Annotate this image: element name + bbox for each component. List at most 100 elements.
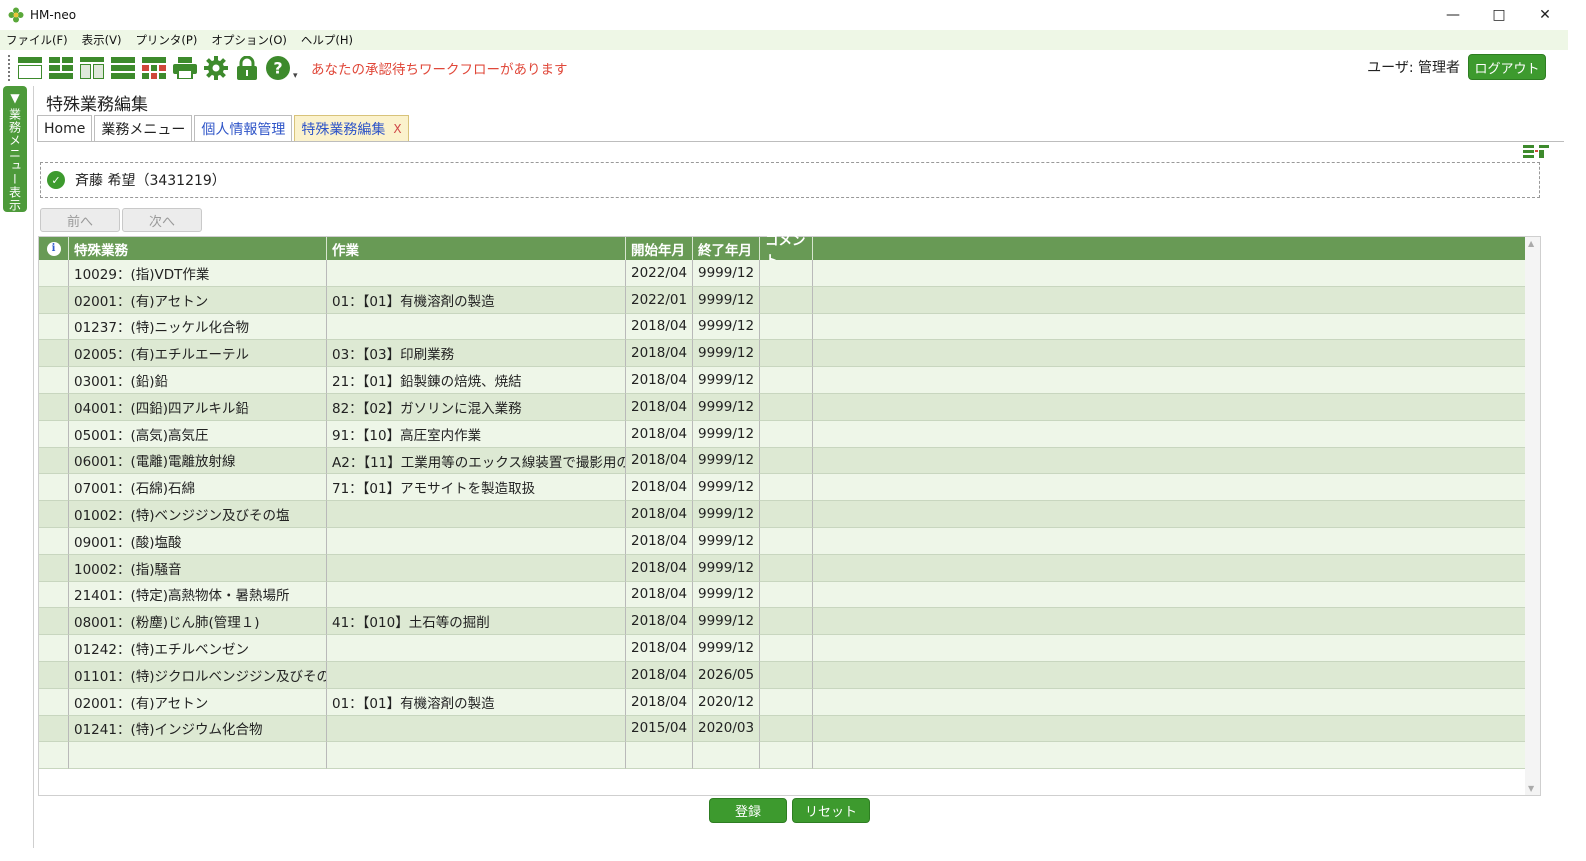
cell-end-month[interactable]: 9999/12 [693, 554, 760, 582]
toolbar-grip[interactable] [8, 55, 12, 81]
cell-start-month[interactable]: 2018/04 [626, 635, 693, 662]
cell-task[interactable] [327, 554, 626, 582]
cell-comment[interactable] [760, 260, 813, 287]
lock-icon[interactable] [234, 55, 260, 81]
cell-end-month[interactable]: 9999/12 [693, 260, 760, 287]
cell-comment[interactable] [760, 554, 813, 582]
row-selector[interactable] [39, 715, 69, 743]
menu-view[interactable]: 表示(V) [82, 32, 122, 48]
layout-5-icon[interactable] [141, 55, 167, 81]
cell-comment[interactable] [760, 393, 813, 421]
workflow-notice[interactable]: あなたの承認待ちワークフローがあります [311, 58, 568, 78]
row-selector[interactable] [39, 286, 69, 314]
printer-icon[interactable] [172, 55, 198, 81]
row-selector[interactable] [39, 367, 69, 394]
layout-4-icon[interactable] [110, 55, 136, 81]
vertical-scrollbar[interactable]: ▲ ▼ [1525, 237, 1540, 795]
cell-task[interactable] [327, 635, 626, 662]
cell-start-month[interactable]: 2022/04 [626, 260, 693, 287]
row-selector[interactable] [39, 447, 69, 475]
minimize-icon[interactable]: — [1430, 0, 1476, 30]
row-selector[interactable] [39, 340, 69, 368]
cell-special-work[interactable]: 01237：(特)ニッケル化合物 [69, 313, 327, 341]
reset-button[interactable]: リセット [792, 798, 870, 823]
cell-end-month[interactable]: 9999/12 [693, 367, 760, 394]
cell-comment[interactable] [760, 420, 813, 448]
table-row[interactable]: 02005：(有)エチルエーテル 03：【03】印刷業務 2018/04 9999/1… [39, 340, 1526, 368]
cell-special-work[interactable]: 01101：(特)ジクロルベンジジン及びその塩 [69, 661, 327, 689]
column-header-start[interactable]: 開始年月 [626, 237, 693, 260]
cell-comment[interactable] [760, 286, 813, 314]
cell-special-work[interactable]: 05001：(高気)高気圧 [69, 420, 327, 448]
cell-end-month[interactable] [693, 742, 760, 770]
cell-end-month[interactable]: 9999/12 [693, 608, 760, 636]
tab-home[interactable]: Home [37, 115, 93, 141]
cell-end-month[interactable]: 2020/03 [693, 715, 760, 743]
person-header[interactable]: ✓ 斉藤 希望（3431219） [40, 162, 1540, 198]
cell-special-work[interactable]: 09001：(酸)塩酸 [69, 527, 327, 555]
cell-comment[interactable] [760, 581, 813, 609]
table-row[interactable]: 09001：(酸)塩酸 2018/04 9999/12 [39, 527, 1526, 555]
table-row[interactable]: 05001：(高気)高気圧 91：【10】高圧室内作業 2018/04 9999/12 [39, 420, 1526, 448]
cell-comment[interactable] [760, 447, 813, 475]
cell-special-work[interactable]: 04001：(四鉛)四アルキル鉛 [69, 393, 327, 421]
scroll-down-icon[interactable]: ▼ [1528, 784, 1534, 793]
menu-file[interactable]: ファイル(F) [6, 32, 68, 48]
cell-start-month[interactable]: 2018/04 [626, 313, 693, 341]
row-selector[interactable] [39, 554, 69, 582]
cell-special-work[interactable]: 01002：(特)ベンジジン及びその塩 [69, 501, 327, 528]
row-selector[interactable] [39, 527, 69, 555]
cell-special-work[interactable]: 03001：(鉛)鉛 [69, 367, 327, 394]
cell-task[interactable]: 41：【010】土石等の掘削 [327, 608, 626, 636]
row-selector[interactable] [39, 474, 69, 502]
cell-special-work[interactable]: 08001：(粉塵)じん肺(管理１) [69, 608, 327, 636]
cell-task[interactable]: 82：【02】ガソリンに混入業務 [327, 393, 626, 421]
cell-task[interactable]: 91：【10】高圧室内作業 [327, 420, 626, 448]
table-row[interactable]: 01101：(特)ジクロルベンジジン及びその塩 2018/04 2026/05 [39, 661, 1526, 689]
cell-start-month[interactable]: 2018/04 [626, 527, 693, 555]
menu-options[interactable]: オプション(O) [211, 32, 287, 48]
cell-start-month[interactable]: 2018/04 [626, 608, 693, 636]
cell-task[interactable] [327, 313, 626, 341]
cell-start-month[interactable]: 2015/04 [626, 715, 693, 743]
table-row[interactable]: 02001：(有)アセトン 01：【01】有機溶剤の製造 2018/04 2020/1… [39, 688, 1526, 716]
table-row[interactable]: 10002：(指)騒音 2018/04 9999/12 [39, 554, 1526, 582]
cell-start-month[interactable]: 2018/04 [626, 367, 693, 394]
cell-start-month[interactable]: 2018/04 [626, 340, 693, 368]
table-row[interactable]: 08001：(粉塵)じん肺(管理１) 41：【010】土石等の掘削 2018/04 9… [39, 608, 1526, 636]
table-row[interactable]: 21401：(特定)高熱物体・暑熱場所 2018/04 9999/12 [39, 581, 1526, 609]
row-selector[interactable] [39, 420, 69, 448]
row-selector[interactable] [39, 393, 69, 421]
cell-special-work[interactable]: 02001：(有)アセトン [69, 688, 327, 716]
cell-end-month[interactable]: 9999/12 [693, 474, 760, 502]
cell-comment[interactable] [760, 527, 813, 555]
cell-special-work[interactable]: 06001：(電離)電離放射線 [69, 447, 327, 475]
row-selector[interactable] [39, 313, 69, 341]
cell-task[interactable]: 03：【03】印刷業務 [327, 340, 626, 368]
help-icon[interactable]: ? [265, 55, 291, 81]
cell-comment[interactable] [760, 474, 813, 502]
cell-task[interactable] [327, 527, 626, 555]
register-button[interactable]: 登録 [709, 798, 787, 823]
cell-start-month[interactable]: 2018/04 [626, 420, 693, 448]
cell-end-month[interactable]: 9999/12 [693, 286, 760, 314]
cell-task[interactable] [327, 715, 626, 743]
cell-comment[interactable] [760, 313, 813, 341]
table-row[interactable]: 07001：(石綿)石綿 71：【01】アモサイトを製造取扱 2018/04 9999… [39, 474, 1526, 502]
table-row[interactable]: 10029：(指)VDT作業 2022/04 9999/12 [39, 260, 1526, 287]
grid-info-header[interactable]: i [39, 237, 69, 260]
row-selector[interactable] [39, 608, 69, 636]
cell-comment[interactable] [760, 661, 813, 689]
layout-1-icon[interactable] [17, 55, 43, 81]
tab-business-menu[interactable]: 業務メニュー [94, 115, 193, 141]
cell-special-work[interactable]: 01242：(特)エチルベンゼン [69, 635, 327, 662]
cell-start-month[interactable]: 2018/04 [626, 581, 693, 609]
cell-end-month[interactable]: 9999/12 [693, 340, 760, 368]
table-row[interactable]: 06001：(電離)電離放射線 A2：【11】工業用等のエックス線装置で撮影用のも… [39, 447, 1526, 475]
cell-special-work[interactable]: 21401：(特定)高熱物体・暑熱場所 [69, 581, 327, 609]
cell-end-month[interactable]: 9999/12 [693, 581, 760, 609]
cell-comment[interactable] [760, 635, 813, 662]
prev-button[interactable]: 前へ [40, 208, 120, 232]
cell-task[interactable]: 21：【01】鉛製錬の焙焼、焼結 [327, 367, 626, 394]
cell-special-work[interactable]: 02001：(有)アセトン [69, 286, 327, 314]
